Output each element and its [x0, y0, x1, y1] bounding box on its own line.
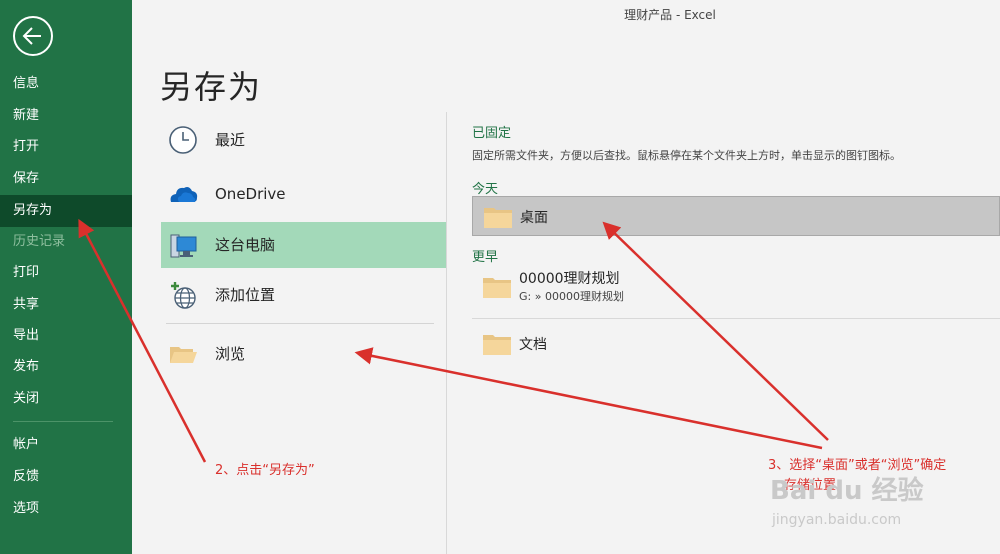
location-recent[interactable]: 最近: [161, 117, 446, 163]
folder-documents[interactable]: 文档: [472, 324, 1000, 364]
window-title: 理财产品 - Excel: [624, 8, 716, 22]
cloud-icon: [170, 187, 198, 202]
sidebar-item-share[interactable]: 共享: [0, 289, 132, 321]
folder-path: G: » 00000理财规划: [519, 290, 624, 303]
sidebar-item-save-as[interactable]: 另存为: [0, 195, 132, 227]
backstage-sidebar: 信息 新建 打开 保存 另存为 历史记录 打印 共享 导出 发布 关闭 帐户 反…: [0, 0, 132, 554]
pinned-section-title: 已固定: [472, 126, 512, 141]
location-label: 添加位置: [215, 286, 276, 304]
sidebar-item-print[interactable]: 打印: [0, 257, 132, 289]
sidebar-item-info[interactable]: 信息: [0, 68, 132, 100]
folder-finance-plan[interactable]: 00000理财规划 G: » 00000理财规划: [472, 267, 1000, 307]
location-label: 这台电脑: [215, 236, 276, 254]
location-onedrive[interactable]: OneDrive: [161, 171, 446, 217]
folder-name: 文档: [519, 337, 547, 353]
sidebar-item-new[interactable]: 新建: [0, 100, 132, 132]
folder-divider: [472, 318, 1000, 319]
computer-icon: [170, 234, 197, 258]
annotation-step-2: 2、点击“另存为”: [215, 463, 315, 478]
folder-name: 00000理财规划: [519, 271, 620, 287]
sidebar-divider: [13, 421, 113, 422]
clock-icon: [169, 126, 197, 154]
folder-icon: [483, 278, 511, 298]
location-label: OneDrive: [215, 185, 286, 203]
location-this-pc[interactable]: 这台电脑: [161, 222, 446, 268]
watermark-url: jingyan.baidu.com: [772, 512, 902, 528]
sidebar-item-account[interactable]: 帐户: [0, 429, 132, 461]
sidebar-item-history: 历史记录: [13, 234, 66, 249]
folder-icon: [483, 335, 511, 355]
location-browse[interactable]: 浏览: [161, 331, 446, 377]
pinned-description: 固定所需文件夹，方便以后查找。鼠标悬停在某个文件夹上方时，单击显示的图钉图标。: [472, 149, 901, 162]
location-label: 最近: [215, 131, 246, 149]
sidebar-item-feedback[interactable]: 反馈: [0, 461, 132, 493]
sidebar-item-options[interactable]: 选项: [0, 493, 132, 525]
baidu-jingyan-watermark: Bai du 经验: [770, 476, 924, 506]
earlier-section-title: 更早: [472, 250, 499, 265]
sidebar-item-open[interactable]: 打开: [0, 131, 132, 163]
folder-name: 桌面: [520, 210, 548, 226]
globe-add-icon: [171, 282, 196, 309]
folder-open-icon: [170, 347, 197, 363]
sidebar-item-close[interactable]: 关闭: [0, 383, 132, 415]
column-divider: [446, 112, 447, 554]
sidebar-item-export[interactable]: 导出: [0, 320, 132, 352]
sidebar-item-save[interactable]: 保存: [0, 163, 132, 195]
location-add-place[interactable]: 添加位置: [161, 272, 446, 318]
folder-desktop[interactable]: 桌面: [472, 196, 1000, 236]
folder-icon: [484, 208, 512, 228]
sidebar-item-publish[interactable]: 发布: [0, 351, 132, 383]
back-arrow-icon[interactable]: [13, 16, 53, 56]
location-label: 浏览: [215, 345, 246, 363]
today-section-title: 今天: [472, 182, 499, 197]
locations-divider: [166, 323, 434, 324]
page-title: 另存为: [160, 68, 263, 106]
